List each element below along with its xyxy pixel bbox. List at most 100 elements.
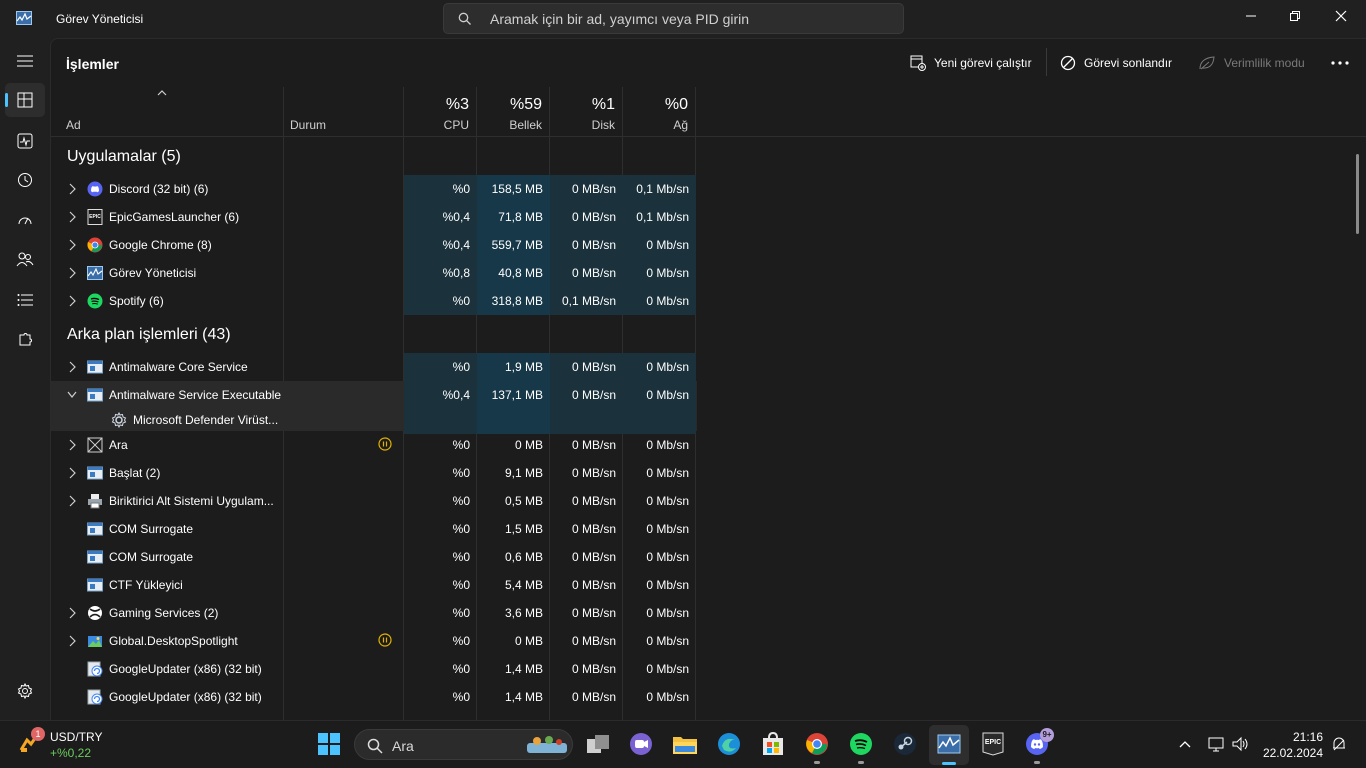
- run-new-task-button[interactable]: Yeni görevi çalıştır: [910, 53, 1032, 73]
- process-row[interactable]: Ara %0 0 MB 0 MB/sn 0 Mb/sn: [51, 431, 697, 459]
- process-row[interactable]: CTF Yükleyici %0 5,4 MB 0 MB/sn 0 Mb/sn: [51, 571, 697, 599]
- process-row[interactable]: Antimalware Core Service %0 1,9 MB 0 MB/sn 0…: [51, 353, 697, 381]
- process-row[interactable]: Antimalware Service Executable %0,4 137,1 …: [51, 381, 697, 406]
- show-hidden-icons-button[interactable]: [1175, 734, 1195, 754]
- chevron-right-icon[interactable]: [67, 239, 77, 251]
- taskbar-edge[interactable]: [716, 731, 742, 757]
- nav-startup-apps[interactable]: [5, 203, 45, 237]
- process-row[interactable]: COM Surrogate %0 0,6 MB 0 MB/sn 0 Mb/sn: [51, 543, 697, 571]
- search-input[interactable]: [490, 9, 890, 29]
- column-header-memory[interactable]: %59 Bellek: [477, 87, 550, 137]
- hamburger-menu-button[interactable]: [5, 44, 45, 78]
- title-bar: Görev Yöneticisi: [0, 0, 1366, 38]
- disk-value: 0 MB/sn: [571, 690, 616, 704]
- process-name: Discord (32 bit) (6): [109, 182, 209, 196]
- process-row[interactable]: COM Surrogate %0 1,5 MB 0 MB/sn 0 Mb/sn: [51, 515, 697, 543]
- column-header-disk[interactable]: %1 Disk: [550, 87, 623, 137]
- efficiency-mode-button[interactable]: Verimlilik modu: [1198, 53, 1305, 73]
- process-row[interactable]: EPIC EpicGamesLauncher (6) %0,4 71,8 MB 0 MB…: [51, 203, 697, 231]
- group-header: Uygulamalar (5): [51, 137, 697, 175]
- volume-status[interactable]: [1231, 734, 1251, 754]
- taskbar-chrome[interactable]: [804, 731, 830, 757]
- vertical-scrollbar[interactable]: [1356, 154, 1359, 234]
- windows-logo-icon: [318, 733, 340, 755]
- service-window-icon: [87, 360, 103, 374]
- process-row[interactable]: Global.DesktopSpotlight %0 0 MB 0 MB/sn 0 Mb…: [51, 627, 697, 655]
- chevron-down-icon[interactable]: [67, 389, 77, 401]
- cpu-value: %0: [404, 353, 477, 381]
- meet-video-icon: [630, 733, 652, 755]
- folder-icon: [673, 737, 697, 754]
- restore-button[interactable]: [1272, 0, 1318, 32]
- discord-icon: [87, 181, 103, 197]
- chevron-right-icon[interactable]: [67, 439, 77, 451]
- taskbar-epic-games[interactable]: EPIC: [980, 731, 1006, 757]
- process-row[interactable]: Google Chrome (8) %0,4 559,7 MB 0 MB/sn 0 Mb…: [51, 231, 697, 259]
- network-value: 0 Mb/sn: [646, 550, 689, 564]
- chevron-right-icon[interactable]: [67, 607, 77, 619]
- close-button[interactable]: [1318, 0, 1364, 32]
- service-window-icon: [87, 466, 103, 480]
- process-row[interactable]: Görev Yöneticisi %0,8 40,8 MB 0 MB/sn 0 Mb/s…: [51, 259, 697, 287]
- task-view-button[interactable]: [585, 731, 611, 757]
- nav-details[interactable]: [5, 283, 45, 317]
- chevron-right-icon[interactable]: [67, 635, 77, 647]
- close-icon: [1335, 10, 1347, 22]
- nav-users[interactable]: [5, 242, 45, 276]
- taskbar-task-manager-icon-wrap[interactable]: [936, 731, 962, 757]
- process-row[interactable]: Başlat (2) %0 9,1 MB 0 MB/sn 0 Mb/sn: [51, 459, 697, 487]
- nav-services[interactable]: [5, 323, 45, 357]
- end-task-button[interactable]: Görevi sonlandır: [1060, 53, 1172, 73]
- disk-value: 0 MB/sn: [571, 494, 616, 508]
- paused-status-icon: [378, 437, 392, 451]
- notifications-button[interactable]: [1329, 734, 1349, 754]
- cpu-value: %0: [452, 606, 470, 620]
- taskbar-file-explorer[interactable]: [672, 731, 698, 757]
- process-name: EpicGamesLauncher (6): [109, 210, 240, 224]
- start-button[interactable]: [316, 731, 342, 757]
- settings-button[interactable]: [5, 676, 45, 706]
- group-header: Arka plan işlemleri (43): [51, 315, 697, 353]
- memory-value: 5,4 MB: [504, 578, 543, 592]
- disk-value: 0 MB/sn: [571, 606, 616, 620]
- column-header-network[interactable]: %0 Ağ: [623, 87, 696, 137]
- process-row[interactable]: Discord (32 bit) (6) %0 158,5 MB 0 MB/sn 0,1…: [51, 175, 697, 203]
- search-box[interactable]: [443, 3, 904, 34]
- efficiency-mode-label: Verimlilik modu: [1224, 56, 1305, 70]
- column-header-name[interactable]: Ad: [51, 87, 284, 137]
- taskbar-teams[interactable]: [628, 731, 654, 757]
- process-name: Global.DesktopSpotlight: [109, 634, 238, 648]
- chevron-right-icon[interactable]: [67, 183, 77, 195]
- process-row[interactable]: Microsoft Defender Virüst...: [51, 406, 697, 434]
- taskbar-store[interactable]: [760, 731, 786, 757]
- process-row[interactable]: GoogleUpdater (x86) (32 bit) %0 1,4 MB 0 MB…: [51, 683, 697, 711]
- nav-app-history[interactable]: [5, 163, 45, 197]
- process-row[interactable]: Gaming Services (2) %0 3,6 MB 0 MB/sn 0 Mb/s…: [51, 599, 697, 627]
- chevron-right-icon[interactable]: [67, 295, 77, 307]
- chevron-right-icon[interactable]: [67, 495, 77, 507]
- process-row[interactable]: Spotify (6) %0 318,8 MB 0,1 MB/sn 0 Mb/sn: [51, 287, 697, 315]
- minimize-button[interactable]: [1228, 0, 1274, 32]
- taskbar-steam[interactable]: [892, 731, 918, 757]
- process-row[interactable]: Biriktirici Alt Sistemi Uygulam... %0 0,5 …: [51, 487, 697, 515]
- nav-processes[interactable]: [5, 83, 45, 117]
- taskbar-search[interactable]: Ara: [354, 729, 573, 760]
- empty-metric-cell: [550, 406, 623, 434]
- more-options-button[interactable]: [1331, 53, 1349, 73]
- network-value: 0 Mb/sn: [646, 662, 689, 676]
- taskbar-spotify[interactable]: [848, 731, 874, 757]
- widget-title: USD/TRY: [50, 730, 103, 744]
- chevron-right-icon[interactable]: [67, 467, 77, 479]
- memory-value: 9,1 MB: [504, 466, 543, 480]
- process-row[interactable]: GoogleUpdater (x86) (32 bit) %0 1,4 MB 0 MB…: [51, 655, 697, 683]
- chevron-right-icon[interactable]: [67, 361, 77, 373]
- chevron-right-icon[interactable]: [67, 211, 77, 223]
- column-header-cpu[interactable]: %3 CPU: [404, 87, 477, 137]
- process-name: Ara: [109, 438, 128, 452]
- column-header-status[interactable]: Durum: [284, 87, 404, 137]
- network-status[interactable]: [1207, 734, 1227, 754]
- process-name: Antimalware Core Service: [109, 360, 248, 374]
- chevron-right-icon[interactable]: [67, 267, 77, 279]
- memory-value: 318,8 MB: [477, 287, 550, 315]
- nav-performance[interactable]: [5, 124, 45, 158]
